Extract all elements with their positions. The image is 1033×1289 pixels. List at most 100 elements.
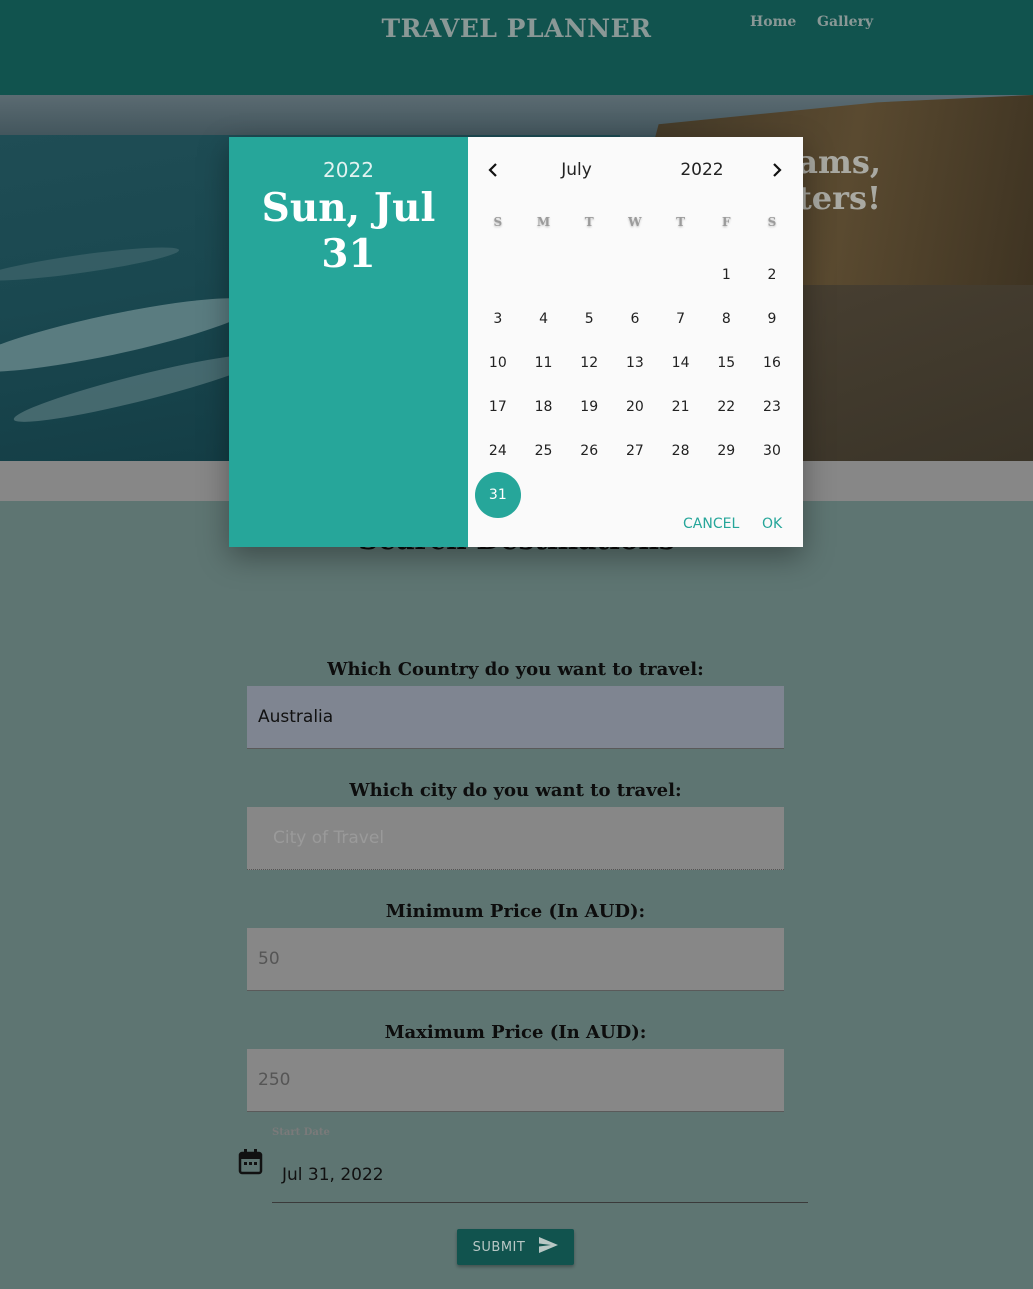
max-price-label: Maximum Price (In AUD): <box>384 1022 647 1043</box>
calendar-day[interactable]: 25 <box>521 429 567 473</box>
start-date-label: Start Date <box>272 1127 330 1138</box>
calendar-grid: S M T W T F S 1 2 3 4 5 6 7 8 9 10 11 12 13 14 15 16 17 18 19 20 21… <box>475 209 795 518</box>
calendar-day[interactable]: 1 <box>703 253 749 297</box>
calendar-day-number: 23 <box>763 399 781 415</box>
calendar-day[interactable]: 30 <box>749 429 795 473</box>
calendar-day[interactable]: 29 <box>703 429 749 473</box>
weekday-header: S <box>767 215 777 229</box>
calendar-day[interactable]: 11 <box>521 341 567 385</box>
calendar-day-number: 11 <box>534 355 553 371</box>
calendar-day[interactable]: 12 <box>566 341 612 385</box>
calendar-month[interactable]: July <box>558 160 595 180</box>
calendar-day-number: 15 <box>717 355 736 371</box>
calendar-panel: July 2022 S M T W T F S 1 2 3 4 5 6 7 8 9 10 11 12 13 14 15 16… <box>468 137 803 547</box>
calendar-day[interactable]: 27 <box>612 429 658 473</box>
country-value: Australia <box>258 707 334 727</box>
calendar-day[interactable]: 19 <box>566 385 612 429</box>
calendar-icon[interactable] <box>238 1148 263 1175</box>
calendar-day[interactable]: 16 <box>749 341 795 385</box>
calendar-day-number: 26 <box>580 443 599 459</box>
nav-home-link[interactable]: Home <box>750 14 796 30</box>
cancel-button[interactable]: CANCEL <box>683 516 739 532</box>
calendar-day-number: 25 <box>534 443 553 459</box>
calendar-blank-cell <box>566 253 612 297</box>
calendar-blank-cell <box>521 253 567 297</box>
calendar-day[interactable]: 22 <box>703 385 749 429</box>
nav-gallery-link[interactable]: Gallery <box>817 14 873 30</box>
weekday-header: M <box>536 215 551 229</box>
calendar-day-number: 9 <box>767 311 777 327</box>
calendar-day-number: 10 <box>488 355 507 371</box>
country-select[interactable]: Australia <box>247 686 784 749</box>
calendar-day[interactable]: 26 <box>566 429 612 473</box>
calendar-day[interactable]: 5 <box>566 297 612 341</box>
calendar-day[interactable]: 18 <box>521 385 567 429</box>
calendar-day[interactable]: 21 <box>658 385 704 429</box>
calendar-day[interactable]: 4 <box>521 297 567 341</box>
calendar-day-number: 21 <box>671 399 690 415</box>
calendar-day-number: 27 <box>625 443 644 459</box>
calendar-day-number: 20 <box>625 399 644 415</box>
calendar-day-number: 4 <box>539 311 548 327</box>
start-date-input[interactable]: Jul 31, 2022 <box>272 1147 808 1203</box>
calendar-day-number: 2 <box>767 267 777 283</box>
calendar-day-selected[interactable]: 31 <box>475 472 521 518</box>
calendar-day[interactable]: 15 <box>703 341 749 385</box>
calendar-day[interactable]: 13 <box>612 341 658 385</box>
hero-wave <box>0 241 181 287</box>
submit-button[interactable]: SUBMIT <box>457 1229 574 1265</box>
max-price-value: 250 <box>258 1070 291 1090</box>
calendar-day[interactable]: 20 <box>612 385 658 429</box>
calendar-day[interactable]: 6 <box>612 297 658 341</box>
calendar-day[interactable]: 7 <box>658 297 704 341</box>
calendar-day-number: 16 <box>763 355 781 371</box>
city-input[interactable]: City of Travel <box>247 807 784 870</box>
calendar-blank-cell <box>612 253 658 297</box>
calendar-day[interactable]: 2 <box>749 253 795 297</box>
weekday-header: S <box>493 215 503 229</box>
calendar-day-number: 14 <box>671 355 690 371</box>
min-price-label: Minimum Price (In AUD): <box>385 901 646 922</box>
calendar-blank-cell <box>658 253 704 297</box>
calendar-day[interactable]: 28 <box>658 429 704 473</box>
calendar-day-number: 13 <box>625 355 644 371</box>
calendar-day-number: 3 <box>493 311 503 327</box>
top-navbar: TRAVEL PLANNER Home Gallery <box>0 0 1033 95</box>
city-placeholder: City of Travel <box>273 828 385 848</box>
calendar-day-number: 31 <box>475 472 521 518</box>
send-icon <box>539 1237 559 1257</box>
calendar-day[interactable]: 8 <box>703 297 749 341</box>
calendar-day-number: 1 <box>721 267 731 283</box>
calendar-day-number: 30 <box>763 443 781 459</box>
site-title: TRAVEL PLANNER <box>381 14 652 43</box>
calendar-day[interactable]: 14 <box>658 341 704 385</box>
calendar-day[interactable]: 3 <box>475 297 521 341</box>
calendar-day-number: 12 <box>580 355 599 371</box>
calendar-blank-cell <box>475 253 521 297</box>
min-price-input[interactable]: 50 <box>247 928 784 991</box>
ok-button[interactable]: OK <box>762 516 782 532</box>
weekday-header: T <box>676 215 686 229</box>
selected-date-display: Sun, Jul 31 <box>261 185 436 277</box>
calendar-day[interactable]: 24 <box>475 429 521 473</box>
calendar-day-number: 17 <box>488 399 507 415</box>
selected-year[interactable]: 2022 <box>229 158 468 182</box>
calendar-day[interactable]: 9 <box>749 297 795 341</box>
calendar-day[interactable]: 10 <box>475 341 521 385</box>
weekday-header: W <box>628 215 642 229</box>
calendar-day-number: 7 <box>676 311 686 327</box>
submit-label: SUBMIT <box>472 1239 526 1255</box>
city-label: Which city do you want to travel: <box>349 780 682 801</box>
start-date-value: Jul 31, 2022 <box>282 1164 384 1185</box>
calendar-year[interactable]: 2022 <box>680 160 724 180</box>
chevron-right-icon[interactable] <box>767 159 787 181</box>
calendar-day-number: 28 <box>671 443 690 459</box>
calendar-day[interactable]: 23 <box>749 385 795 429</box>
calendar-day-number: 6 <box>630 311 640 327</box>
weekday-header: T <box>584 215 594 229</box>
calendar-day[interactable]: 17 <box>475 385 521 429</box>
chevron-left-icon[interactable] <box>483 159 503 181</box>
max-price-input[interactable]: 250 <box>247 1049 784 1112</box>
country-label: Which Country do you want to travel: <box>327 659 704 680</box>
calendar-day-number: 29 <box>717 443 736 459</box>
